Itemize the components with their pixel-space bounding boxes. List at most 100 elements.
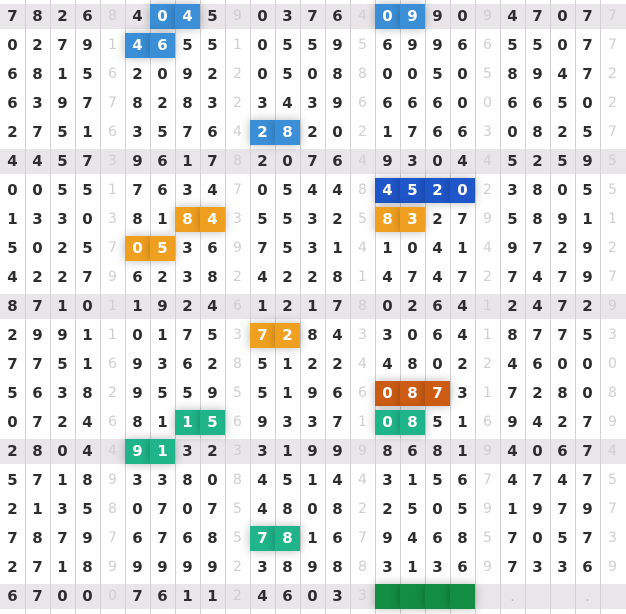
highlighted-digit-cell: 1 xyxy=(175,410,200,435)
digit-cell: 0 xyxy=(132,326,143,344)
digit-cell: 9 xyxy=(32,326,43,344)
separator-digit-cell: 6 xyxy=(233,414,242,430)
digit-cell: 2 xyxy=(157,94,168,112)
digit-cell: 4 xyxy=(257,587,268,605)
separator-digit-cell: 8 xyxy=(358,182,367,198)
digit-cell: 9 xyxy=(382,529,393,547)
digit-cell: 0 xyxy=(507,123,518,141)
digit-cell: 5 xyxy=(7,239,18,257)
digit-cell: 7 xyxy=(532,471,543,489)
digit-cell: 0 xyxy=(57,587,68,605)
grid-line xyxy=(50,0,51,614)
grid-line xyxy=(75,0,76,614)
highlighted-digit-cell: 0 xyxy=(375,410,400,435)
digit-cell: 1 xyxy=(7,210,18,228)
separator-digit-cell: 9 xyxy=(483,211,492,227)
digit-cell: 4 xyxy=(457,297,468,315)
separator-digit-cell: 0 xyxy=(483,95,492,111)
separator-digit-cell: 2 xyxy=(608,66,617,82)
digit-cell: 9 xyxy=(82,529,93,547)
separator-digit-cell: 8 xyxy=(233,472,242,488)
digit-cell: 5 xyxy=(557,529,568,547)
separator-digit-cell: 2 xyxy=(483,356,492,372)
digit-cell: 6 xyxy=(182,355,193,373)
highlighted-digit-cell xyxy=(450,584,475,609)
digit-cell: 4 xyxy=(557,471,568,489)
digit-cell: 7 xyxy=(32,471,43,489)
digit-cell: 2 xyxy=(57,268,68,286)
digit-cell: 0 xyxy=(32,181,43,199)
digit-cell: 9 xyxy=(382,152,393,170)
separator-digit-cell: 7 xyxy=(608,124,617,140)
digit-cell: 0 xyxy=(382,65,393,83)
digit-cell: 9 xyxy=(332,442,343,460)
digit-cell: 7 xyxy=(582,65,593,83)
digit-cell: 7 xyxy=(32,587,43,605)
grid-row: 7879767685781679468570573 xyxy=(0,526,626,551)
empty-cell xyxy=(550,584,575,609)
digit-cell: 0 xyxy=(182,500,193,518)
digit-cell: 8 xyxy=(182,471,193,489)
separator-digit-cell: 4 xyxy=(358,240,367,256)
digit-cell: 4 xyxy=(207,181,218,199)
digit-cell: 9 xyxy=(207,384,218,402)
digit-cell: 0 xyxy=(157,65,168,83)
highlighted-digit-cell: 0 xyxy=(375,381,400,406)
digit-cell: 2 xyxy=(457,355,468,373)
separator-digit-cell: 1 xyxy=(483,327,492,343)
digit-cell: 6 xyxy=(157,181,168,199)
separator-digit-cell: 8 xyxy=(608,385,617,401)
digit-cell: 0 xyxy=(557,7,568,25)
digit-cell: 6 xyxy=(432,94,443,112)
separator-digit-cell: 9 xyxy=(358,443,367,459)
digit-cell: 6 xyxy=(332,152,343,170)
digit-cell: 4 xyxy=(507,471,518,489)
separator-digit-cell: 8 xyxy=(233,153,242,169)
digit-cell: 1 xyxy=(507,500,518,518)
highlighted-digit-cell: 8 xyxy=(400,410,425,435)
digit-cell: 5 xyxy=(157,123,168,141)
digit-cell: 0 xyxy=(407,239,418,257)
separator-digit-cell: 2 xyxy=(233,95,242,111)
separator-digit-cell: 8 xyxy=(108,501,117,517)
grid-row: 7826840459037640990947077 xyxy=(0,4,626,29)
grid-row: 2991101753728433064187753 xyxy=(0,323,626,348)
separator-digit-cell: 2 xyxy=(608,240,617,256)
separator-digit-cell: 2 xyxy=(233,269,242,285)
highlighted-digit-cell: 4 xyxy=(125,33,150,58)
separator-digit-cell: 9 xyxy=(483,443,492,459)
digit-cell: 1 xyxy=(157,210,168,228)
highlighted-digit-cell xyxy=(400,584,425,609)
separator-digit-cell: 9 xyxy=(483,8,492,24)
highlighted-digit-cell: 8 xyxy=(175,207,200,232)
digit-cell: 1 xyxy=(307,529,318,547)
digit-cell: 7 xyxy=(82,268,93,286)
digit-cell: 9 xyxy=(132,558,143,576)
digit-cell: 9 xyxy=(582,268,593,286)
separator-digit-cell: 4 xyxy=(483,240,492,256)
digit-cell: 9 xyxy=(307,384,318,402)
digit-cell: 6 xyxy=(507,94,518,112)
highlighted-digit-cell: 1 xyxy=(150,439,175,464)
digit-cell: 6 xyxy=(382,94,393,112)
digit-cell: 8 xyxy=(82,471,93,489)
separator-digit-cell: 4 xyxy=(233,124,242,140)
digit-cell: 7 xyxy=(32,123,43,141)
digit-cell: 5 xyxy=(182,384,193,402)
digit-cell: 7 xyxy=(182,326,193,344)
digit-cell: 9 xyxy=(432,36,443,54)
digit-cell: 6 xyxy=(32,384,43,402)
digit-cell: 6 xyxy=(132,529,143,547)
digit-cell: 0 xyxy=(457,65,468,83)
digit-cell: 6 xyxy=(332,7,343,25)
digit-cell: 9 xyxy=(432,7,443,25)
digit-cell: 9 xyxy=(207,558,218,576)
digit-cell: 5 xyxy=(282,36,293,54)
digit-cell: 5 xyxy=(507,36,518,54)
digit-cell: 7 xyxy=(132,181,143,199)
digit-cell: 8 xyxy=(82,558,93,576)
digit-cell: 8 xyxy=(282,558,293,576)
digit-cell: 7 xyxy=(7,529,18,547)
digit-cell: 7 xyxy=(57,36,68,54)
digit-cell: 6 xyxy=(457,471,468,489)
